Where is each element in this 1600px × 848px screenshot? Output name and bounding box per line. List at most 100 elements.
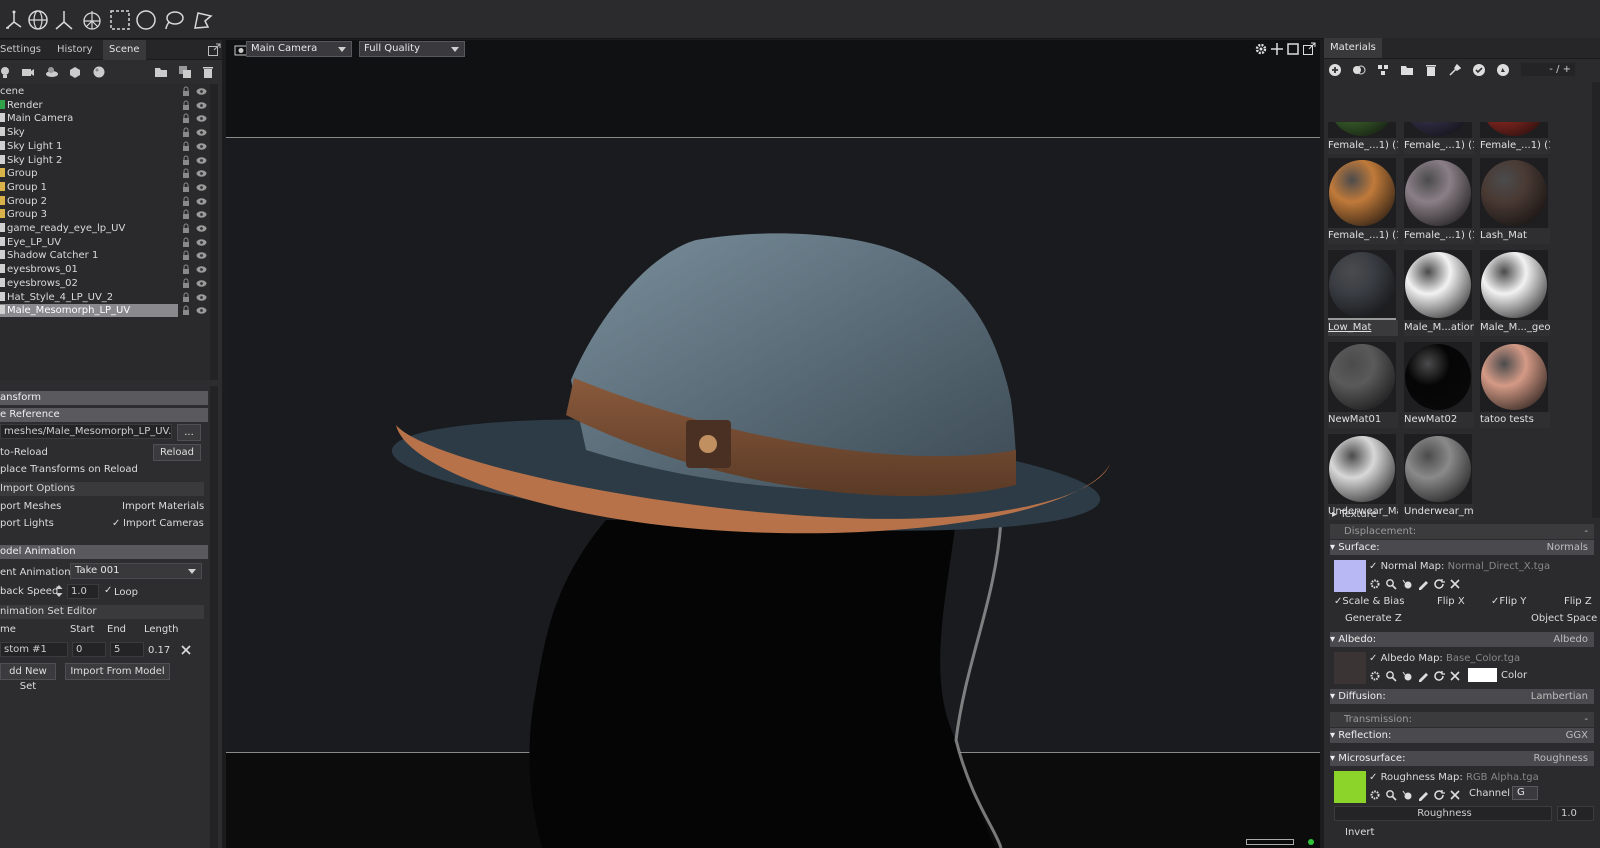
roughness-map-file[interactable]: RGB Alpha.tga <box>1466 772 1539 783</box>
gear-icon[interactable] <box>1369 670 1381 682</box>
scene-tree-row[interactable]: eyesbrows_01 <box>0 263 208 277</box>
import-from-model-button[interactable]: Import From Model <box>65 663 170 680</box>
material-swatch[interactable]: Lash_Mat <box>1478 156 1550 244</box>
eye-icon[interactable] <box>196 279 207 288</box>
tab-history[interactable]: History <box>51 40 99 60</box>
anim-end-field[interactable]: 5 <box>110 642 144 657</box>
import-cameras-label[interactable]: Import Cameras <box>123 518 204 529</box>
fullscreen-icon[interactable] <box>1286 42 1300 56</box>
shadow-catcher-icon[interactable] <box>45 65 59 79</box>
popout-icon[interactable] <box>207 43 221 57</box>
eye-icon[interactable] <box>196 293 207 302</box>
auto-reload-label[interactable]: to-Reload <box>0 447 48 458</box>
material-swatch[interactable]: Female_...1) (1) <box>1478 66 1550 154</box>
mesh-icon[interactable] <box>68 65 82 79</box>
pencil-icon[interactable] <box>1417 789 1429 801</box>
left-panel-scrollbar[interactable] <box>210 386 218 848</box>
scene-tree-row[interactable]: Group 1 <box>0 181 208 195</box>
eye-icon[interactable] <box>196 87 207 96</box>
flip-x-checkbox[interactable]: Flip X <box>1437 596 1465 607</box>
albedo-section[interactable]: ▾ Albedo: Albedo <box>1330 632 1594 647</box>
scene-tree-row[interactable]: Group <box>0 167 208 181</box>
eye-icon[interactable] <box>196 306 207 315</box>
refresh-icon[interactable] <box>1433 578 1445 590</box>
scene-tree-row[interactable]: game_ready_eye_lp_UV <box>0 222 208 236</box>
object-space-checkbox[interactable]: Object Space <box>1531 613 1597 624</box>
lock-icon[interactable] <box>182 86 190 97</box>
surface-value[interactable]: Normals <box>1547 540 1588 555</box>
tab-materials[interactable]: Materials <box>1324 38 1382 58</box>
albedo-map-thumbnail[interactable] <box>1334 652 1366 684</box>
import-materials-checkbox[interactable] <box>111 502 121 512</box>
import-meshes-label[interactable]: port Meshes <box>0 501 61 512</box>
browse-button[interactable]: ... <box>177 424 201 441</box>
axis-icon[interactable] <box>52 8 76 32</box>
material-swatch[interactable]: Underwear_mat <box>1402 432 1474 520</box>
invert-checkbox[interactable]: Invert <box>1345 827 1374 838</box>
loop-checkbox[interactable]: ✓ <box>104 586 114 596</box>
reflection-value[interactable]: GGX <box>1566 728 1588 743</box>
pencil-icon[interactable] <box>1417 578 1429 590</box>
scene-tree-row[interactable]: Render <box>0 99 208 113</box>
eye-icon[interactable] <box>196 142 207 151</box>
lock-icon[interactable] <box>182 223 190 234</box>
refresh-icon[interactable] <box>1433 789 1445 801</box>
eye-icon[interactable] <box>196 210 207 219</box>
scene-tree-row[interactable]: Eye_LP_UV <box>0 236 208 250</box>
lock-icon[interactable] <box>182 209 190 220</box>
anim-start-field[interactable]: 0 <box>72 642 106 657</box>
replace-transforms-label[interactable]: place Transforms on Reload <box>0 464 138 475</box>
material-grid-scrollbar[interactable] <box>1592 82 1600 518</box>
camera-icon[interactable] <box>21 65 35 79</box>
gear-icon[interactable] <box>1369 578 1381 590</box>
eye-icon[interactable] <box>196 197 207 206</box>
material-swatch[interactable]: Low_Mat <box>1326 248 1398 336</box>
surface-section[interactable]: ▾ Surface: Normals <box>1330 540 1594 555</box>
eye-icon[interactable] <box>196 251 207 260</box>
trash-icon[interactable] <box>201 65 215 79</box>
channel-dropdown[interactable]: G <box>1512 786 1538 800</box>
material-swatch[interactable]: Female_...1) (1) <box>1402 66 1474 154</box>
lock-icon[interactable] <box>182 168 190 179</box>
sphere-icon[interactable] <box>92 65 106 79</box>
scene-tree-row[interactable]: Hat_Style_4_LP_UV_2 <box>0 291 208 305</box>
normal-map-file[interactable]: Normal_Direct_X.tga <box>1448 561 1551 572</box>
eye-icon[interactable] <box>196 224 207 233</box>
close-icon[interactable] <box>1449 670 1461 682</box>
import-lights-label[interactable]: port Lights <box>0 518 54 529</box>
material-swatch[interactable]: tatoo tests <box>1478 340 1550 428</box>
close-icon[interactable] <box>1449 789 1461 801</box>
lock-icon[interactable] <box>182 127 190 138</box>
lock-icon[interactable] <box>182 196 190 207</box>
scene-tree-row[interactable]: Sky Light 2 <box>0 154 208 168</box>
search-icon[interactable] <box>1385 670 1397 682</box>
duplicate-icon[interactable] <box>178 65 192 79</box>
diffusion-value[interactable]: Lambertian <box>1531 689 1588 704</box>
microsurface-section[interactable]: ▾ Microsurface: Roughness <box>1330 751 1594 766</box>
file-path-field[interactable]: meshes/Male_Mesomorph_LP_UV.fbx <box>0 424 172 439</box>
eye-icon[interactable] <box>196 183 207 192</box>
roughness-value-field[interactable]: 1.0 <box>1557 806 1594 821</box>
transmission-section[interactable]: Transmission: - <box>1330 712 1594 727</box>
lock-icon[interactable] <box>182 278 190 289</box>
eye-icon[interactable] <box>196 114 207 123</box>
albedo-map-file[interactable]: Base_Color.tga <box>1446 653 1520 664</box>
model-animation-header[interactable]: odel Animation <box>0 545 208 559</box>
microsurface-value[interactable]: Roughness <box>1533 751 1588 766</box>
lock-icon[interactable] <box>182 100 190 111</box>
gear-icon[interactable] <box>1254 42 1268 56</box>
stepper-icon[interactable] <box>52 584 63 598</box>
albedo-value[interactable]: Albedo <box>1553 632 1588 647</box>
popout-icon[interactable] <box>1302 42 1316 56</box>
material-swatch[interactable]: Female_...1) (1) <box>1326 66 1398 154</box>
material-swatch[interactable]: Underwear_Mat <box>1326 432 1398 520</box>
material-swatch[interactable]: Male_M...ation <box>1402 248 1474 336</box>
camera-dropdown[interactable]: Main Camera <box>246 41 352 57</box>
scene-tree-scrollbar[interactable] <box>210 84 218 380</box>
material-swatch[interactable]: Male_M..._geo1 <box>1478 248 1550 336</box>
lasso-select-icon[interactable] <box>162 8 186 32</box>
lock-icon[interactable] <box>182 237 190 248</box>
globe-icon[interactable] <box>26 8 50 32</box>
roughness-map-thumbnail[interactable] <box>1334 771 1366 803</box>
gear-icon[interactable] <box>1369 789 1381 801</box>
